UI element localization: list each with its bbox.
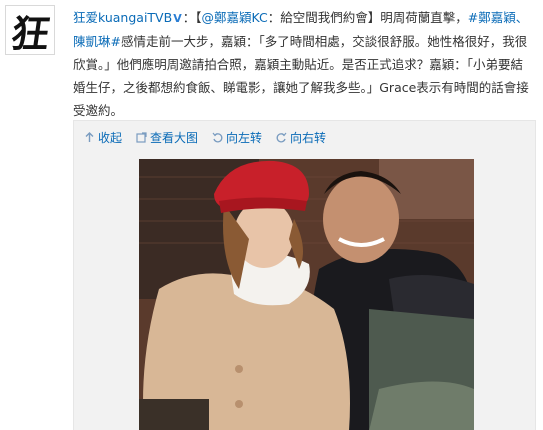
view-large-icon (136, 132, 147, 143)
post-segment: ：給空間我們約會】明周荷蘭直擊， (267, 10, 468, 25)
collapse-button[interactable]: 收起 (84, 129, 122, 146)
rotate-left-icon (212, 132, 223, 143)
rotate-left-button[interactable]: 向左转 (212, 129, 262, 146)
media-box: 收起 查看大图 向左转 向右转 (73, 120, 536, 430)
avatar-logo: 狂 (8, 10, 51, 56)
media-toolbar: 收起 查看大图 向左转 向右转 (84, 129, 326, 146)
mention-link[interactable]: @鄭嘉穎KC (201, 10, 267, 25)
post-segment: ：【 (182, 10, 202, 25)
rotate-right-button[interactable]: 向右转 (276, 129, 326, 146)
post-text: 狂爱kuangaiTVBV：【@鄭嘉穎KC：給空間我們約會】明周荷蘭直擊，#鄭嘉… (73, 6, 535, 122)
avatar[interactable]: 狂 (5, 5, 55, 56)
rotate-left-label: 向左转 (226, 131, 263, 145)
view-large-label: 查看大图 (150, 131, 199, 145)
post-segment: 感情走前一大步，嘉穎：「多了時間相處，交談很舒服。她性格很好，我很欣賞。」他們應… (73, 34, 529, 118)
verified-icon[interactable]: V (173, 7, 182, 30)
author-link[interactable]: 狂爱kuangaiTVB (73, 10, 172, 25)
couple-photo[interactable] (139, 159, 474, 430)
collapse-icon (85, 132, 94, 142)
view-large-button[interactable]: 查看大图 (136, 129, 198, 146)
photo-illustration (139, 159, 474, 430)
collapse-label: 收起 (98, 131, 123, 145)
rotate-right-label: 向右转 (290, 131, 327, 145)
rotate-right-icon (276, 132, 287, 143)
